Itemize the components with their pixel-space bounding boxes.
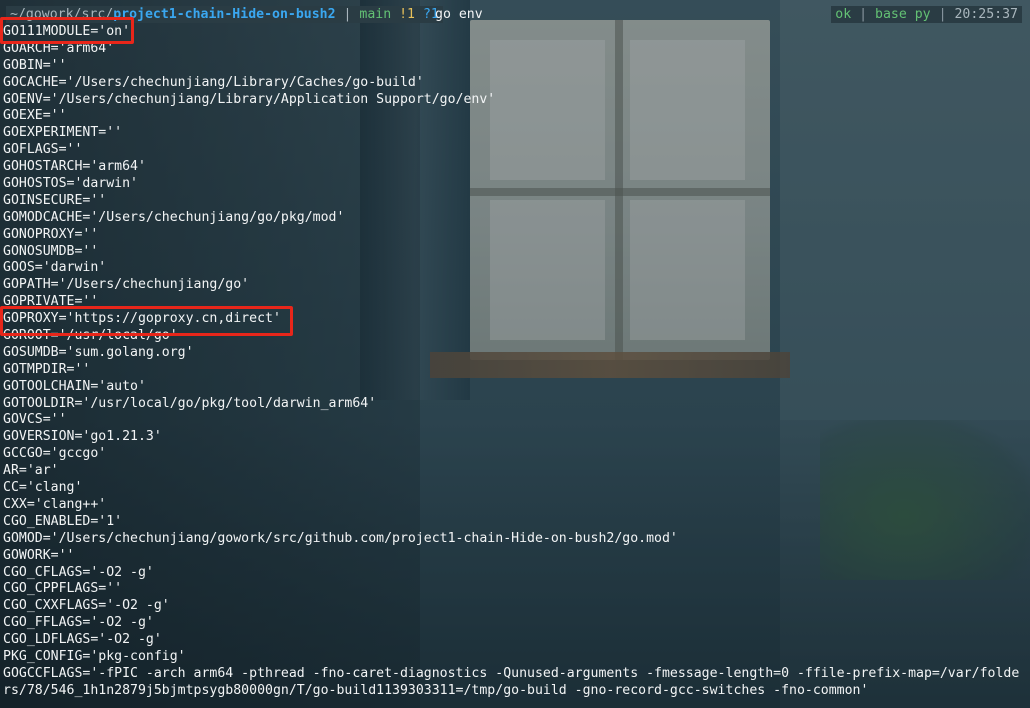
output-line: GOHOSTARCH='arm64': [3, 159, 146, 175]
git-branch: main: [359, 7, 392, 22]
git-modified-count: !1: [399, 7, 415, 22]
entered-command: go env: [435, 7, 483, 22]
output-line: GOMODCACHE='/Users/chechunjiang/go/pkg/m…: [3, 209, 345, 225]
prompt-current-dir: project1-chain-Hide-on-bush2: [113, 7, 336, 22]
output-line: GONOSUMDB='': [3, 243, 99, 259]
terminal-window[interactable]: ~/gowork/src/project1-chain-Hide-on-bush…: [0, 0, 1030, 708]
output-line: GOVCS='': [3, 412, 67, 428]
output-line: GOFLAGS='': [3, 142, 83, 158]
output-line: GOEXPERIMENT='': [3, 125, 123, 141]
prompt-right-separator: |: [859, 7, 868, 22]
output-line: GO111MODULE='on': [3, 24, 131, 39]
output-line: CGO_CFLAGS='-O2 -g': [3, 564, 154, 580]
output-line: GOTOOLDIR='/usr/local/go/pkg/tool/darwin…: [3, 395, 377, 411]
output-line: GOVERSION='go1.21.3': [3, 429, 162, 445]
output-line: GOMOD='/Users/chechunjiang/gowork/src/gi…: [3, 530, 678, 546]
prompt-right-separator: |: [938, 7, 947, 22]
output-line: CXX='clang++': [3, 496, 107, 512]
output-line: GOTOOLCHAIN='auto': [3, 378, 146, 394]
output-line: GOTMPDIR='': [3, 361, 91, 377]
output-line: GOARCH='arm64': [3, 40, 115, 56]
output-line: GOOS='darwin': [3, 260, 107, 276]
output-line: CGO_ENABLED='1': [3, 513, 123, 529]
prompt-right-segment: ok | base py | 20:25:37: [831, 6, 1022, 23]
prompt-bar: ~/gowork/src/project1-chain-Hide-on-bush…: [0, 6, 1030, 23]
exit-status: ok: [835, 7, 852, 22]
output-line: CGO_LDFLAGS='-O2 -g': [3, 632, 162, 648]
output-line: CGO_CPPFLAGS='': [3, 581, 123, 597]
output-line: GOCACHE='/Users/chechunjiang/Library/Cac…: [3, 74, 424, 90]
prompt-time: 20:25:37: [954, 7, 1018, 22]
output-line: GCCGO='gccgo': [3, 446, 107, 462]
output-line: GOPATH='/Users/chechunjiang/go': [3, 277, 250, 293]
output-line: GOSUMDB='sum.golang.org': [3, 344, 194, 360]
command-output[interactable]: GO111MODULE='on' GOARCH='arm64' GOBIN=''…: [3, 24, 1019, 700]
output-line: GOBIN='': [3, 57, 67, 73]
highlight-box-go111module: [0, 17, 134, 44]
output-line: rs/78/546_1h1n2879j5bjmtpsygb80000gn/T/g…: [3, 682, 869, 698]
output-line: GOWORK='': [3, 547, 75, 563]
output-line: PKG_CONFIG='pkg-config': [3, 648, 186, 664]
output-line: AR='ar': [3, 463, 59, 479]
output-line: CC='clang': [3, 480, 83, 496]
output-line: CGO_CXXFLAGS='-O2 -g': [3, 598, 170, 614]
output-line: GOHOSTOS='darwin': [3, 176, 138, 192]
highlight-box-goproxy: [0, 306, 293, 336]
prompt-separator: |: [343, 7, 352, 22]
conda-env: base py: [875, 7, 931, 22]
output-line: GOEXE='': [3, 108, 67, 124]
output-line: GOINSECURE='': [3, 192, 107, 208]
output-line: GONOPROXY='': [3, 226, 99, 242]
output-line: GOGCCFLAGS='-fPIC -arch arm64 -pthread -…: [3, 665, 1020, 681]
output-line: CGO_FFLAGS='-O2 -g': [3, 615, 154, 631]
output-line: GOENV='/Users/chechunjiang/Library/Appli…: [3, 91, 496, 107]
